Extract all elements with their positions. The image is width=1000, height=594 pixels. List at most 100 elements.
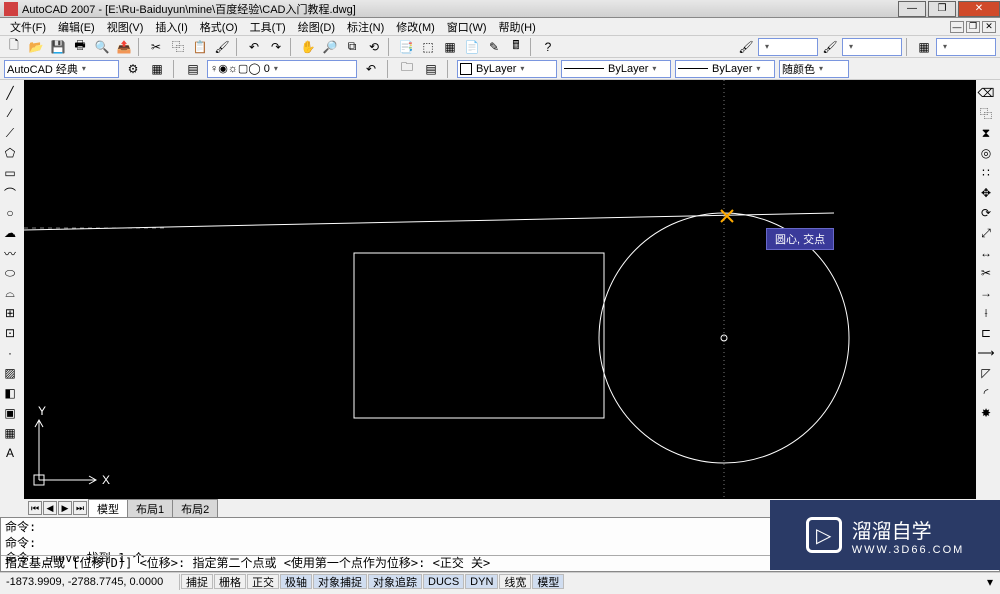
snap-toggle[interactable]: 捕捉 (181, 574, 213, 589)
new-icon[interactable]: 🗋 (4, 38, 24, 56)
style2-combo[interactable]: ▾ (842, 38, 902, 56)
menu-draw[interactable]: 绘图(D) (292, 19, 341, 35)
circle-icon[interactable]: ○ (0, 204, 20, 222)
offset-icon[interactable]: ◎ (976, 144, 996, 162)
hatch-icon[interactable]: ▨ (0, 364, 20, 382)
sheet-icon[interactable]: 📄 (462, 38, 482, 56)
doc-close-button[interactable]: ✕ (982, 21, 996, 33)
workspace-combo[interactable]: AutoCAD 经典▾ (4, 60, 119, 78)
preview-icon[interactable]: 🔍 (92, 38, 112, 56)
cut-icon[interactable]: ✂ (146, 38, 166, 56)
tab-layout1[interactable]: 布局1 (127, 499, 173, 518)
xline-icon[interactable]: ∕ (0, 104, 20, 122)
break-icon[interactable]: ⟊ (976, 304, 996, 322)
table-combo[interactable]: ▾ (936, 38, 996, 56)
paste-icon[interactable]: 📋 (190, 38, 210, 56)
arc-icon[interactable]: ⌒ (0, 184, 20, 202)
help-icon[interactable]: ? (538, 38, 558, 56)
layer-props-icon[interactable]: ▤ (183, 60, 203, 78)
dcenter-icon[interactable]: ⬚ (418, 38, 438, 56)
region-icon[interactable]: ▣ (0, 404, 20, 422)
table2-icon[interactable]: ▦ (0, 424, 20, 442)
mirror-icon[interactable]: ⧗ (976, 124, 996, 142)
layer-prev-icon[interactable]: ↶ (361, 60, 381, 78)
move-icon[interactable]: ✥ (976, 184, 996, 202)
layer-combo[interactable]: ♀◉☼▢◯ 0▾ (207, 60, 357, 78)
make-block-icon[interactable]: ⊡ (0, 324, 20, 342)
brush-icon[interactable]: 🖌 (736, 38, 756, 56)
explode-icon[interactable]: ✸ (976, 404, 996, 422)
scale-icon[interactable]: ⤢ (976, 224, 996, 242)
polygon-icon[interactable]: ⬠ (0, 144, 20, 162)
color-combo[interactable]: ByLayer▾ (457, 60, 557, 78)
revcloud-icon[interactable]: ☁ (0, 224, 20, 242)
redo-icon[interactable]: ↷ (266, 38, 286, 56)
menu-window[interactable]: 窗口(W) (441, 19, 493, 35)
dyn-toggle[interactable]: DYN (465, 574, 498, 589)
menu-insert[interactable]: 插入(I) (149, 19, 193, 35)
linetype-combo[interactable]: ByLayer▾ (561, 60, 671, 78)
tab-prev-icon[interactable]: ◀ (43, 501, 57, 515)
publish-icon[interactable]: 📤 (114, 38, 134, 56)
fillet-icon[interactable]: ◜ (976, 384, 996, 402)
copy-icon[interactable]: ⿻ (168, 38, 188, 56)
menu-format[interactable]: 格式(O) (194, 19, 244, 35)
ellipse-icon[interactable]: ⬭ (0, 264, 20, 282)
zoom-win-icon[interactable]: ⧉ (342, 38, 362, 56)
menu-edit[interactable]: 编辑(E) (52, 19, 101, 35)
menu-view[interactable]: 视图(V) (101, 19, 150, 35)
style-combo[interactable]: ▾ (758, 38, 818, 56)
trim-icon[interactable]: ✂ (976, 264, 996, 282)
zoom-prev-icon[interactable]: ⟲ (364, 38, 384, 56)
brush2-icon[interactable]: 🖌 (820, 38, 840, 56)
save-icon[interactable]: 💾 (48, 38, 68, 56)
coords-display[interactable]: -1873.9909, -2788.7745, 0.0000 (0, 574, 180, 590)
grid-toggle[interactable]: 栅格 (214, 574, 246, 589)
insert-block-icon[interactable]: ⊞ (0, 304, 20, 322)
tab-layout2[interactable]: 布局2 (172, 499, 218, 518)
workspace-settings-icon[interactable]: ⚙ (123, 60, 143, 78)
tab-last-icon[interactable]: ⏭ (73, 501, 87, 515)
break2-icon[interactable]: ⊏ (976, 324, 996, 342)
layer-tools-icon[interactable]: 🗀 (397, 60, 417, 78)
lineweight-combo[interactable]: ByLayer▾ (675, 60, 775, 78)
stretch-icon[interactable]: ↔ (976, 244, 996, 262)
lwt-toggle[interactable]: 线宽 (499, 574, 531, 589)
tab-model[interactable]: 模型 (88, 499, 128, 518)
close-button[interactable]: ✕ (958, 1, 1000, 17)
undo-icon[interactable]: ↶ (244, 38, 264, 56)
spline-icon[interactable]: 〰 (0, 244, 20, 262)
osnap-toggle[interactable]: 对象捕捉 (313, 574, 367, 589)
open-icon[interactable]: 📂 (26, 38, 46, 56)
menu-file[interactable]: 文件(F) (4, 19, 52, 35)
mtext-icon[interactable]: A (0, 444, 20, 462)
layer-tools2-icon[interactable]: ▤ (421, 60, 441, 78)
menu-modify[interactable]: 修改(M) (390, 19, 441, 35)
match-icon[interactable]: 🖌 (212, 38, 232, 56)
maximize-button[interactable]: ❐ (928, 1, 956, 17)
table-icon[interactable]: ▦ (914, 38, 934, 56)
plot-icon[interactable]: 🖶 (70, 38, 90, 56)
calc-icon[interactable]: 🖩 (506, 38, 526, 56)
plotstyle-combo[interactable]: 随颜色▾ (779, 60, 849, 78)
markup-icon[interactable]: ✎ (484, 38, 504, 56)
toolpalette-icon[interactable]: ▦ (440, 38, 460, 56)
point-icon[interactable]: · (0, 344, 20, 362)
tab-first-icon[interactable]: ⏮ (28, 501, 42, 515)
otrack-toggle[interactable]: 对象追踪 (368, 574, 422, 589)
doc-minimize-button[interactable]: — (950, 21, 964, 33)
gradient-icon[interactable]: ◧ (0, 384, 20, 402)
pan-icon[interactable]: ✋ (298, 38, 318, 56)
line-icon[interactable]: ╱ (0, 84, 20, 102)
doc-restore-button[interactable]: ❐ (966, 21, 980, 33)
properties-icon[interactable]: 📑 (396, 38, 416, 56)
rectangle-icon[interactable]: ▭ (0, 164, 20, 182)
pline-icon[interactable]: ⟋ (0, 124, 20, 142)
workspace-toolbar-icon[interactable]: ▦ (147, 60, 167, 78)
model-toggle[interactable]: 模型 (532, 574, 564, 589)
drawing-canvas[interactable]: Y X 圆心, 交点 (24, 80, 976, 499)
status-tray-icon[interactable]: ▾ (980, 573, 1000, 591)
ducs-toggle[interactable]: DUCS (423, 574, 464, 589)
ellipse-arc-icon[interactable]: ⌓ (0, 284, 20, 302)
chamfer-icon[interactable]: ◸ (976, 364, 996, 382)
